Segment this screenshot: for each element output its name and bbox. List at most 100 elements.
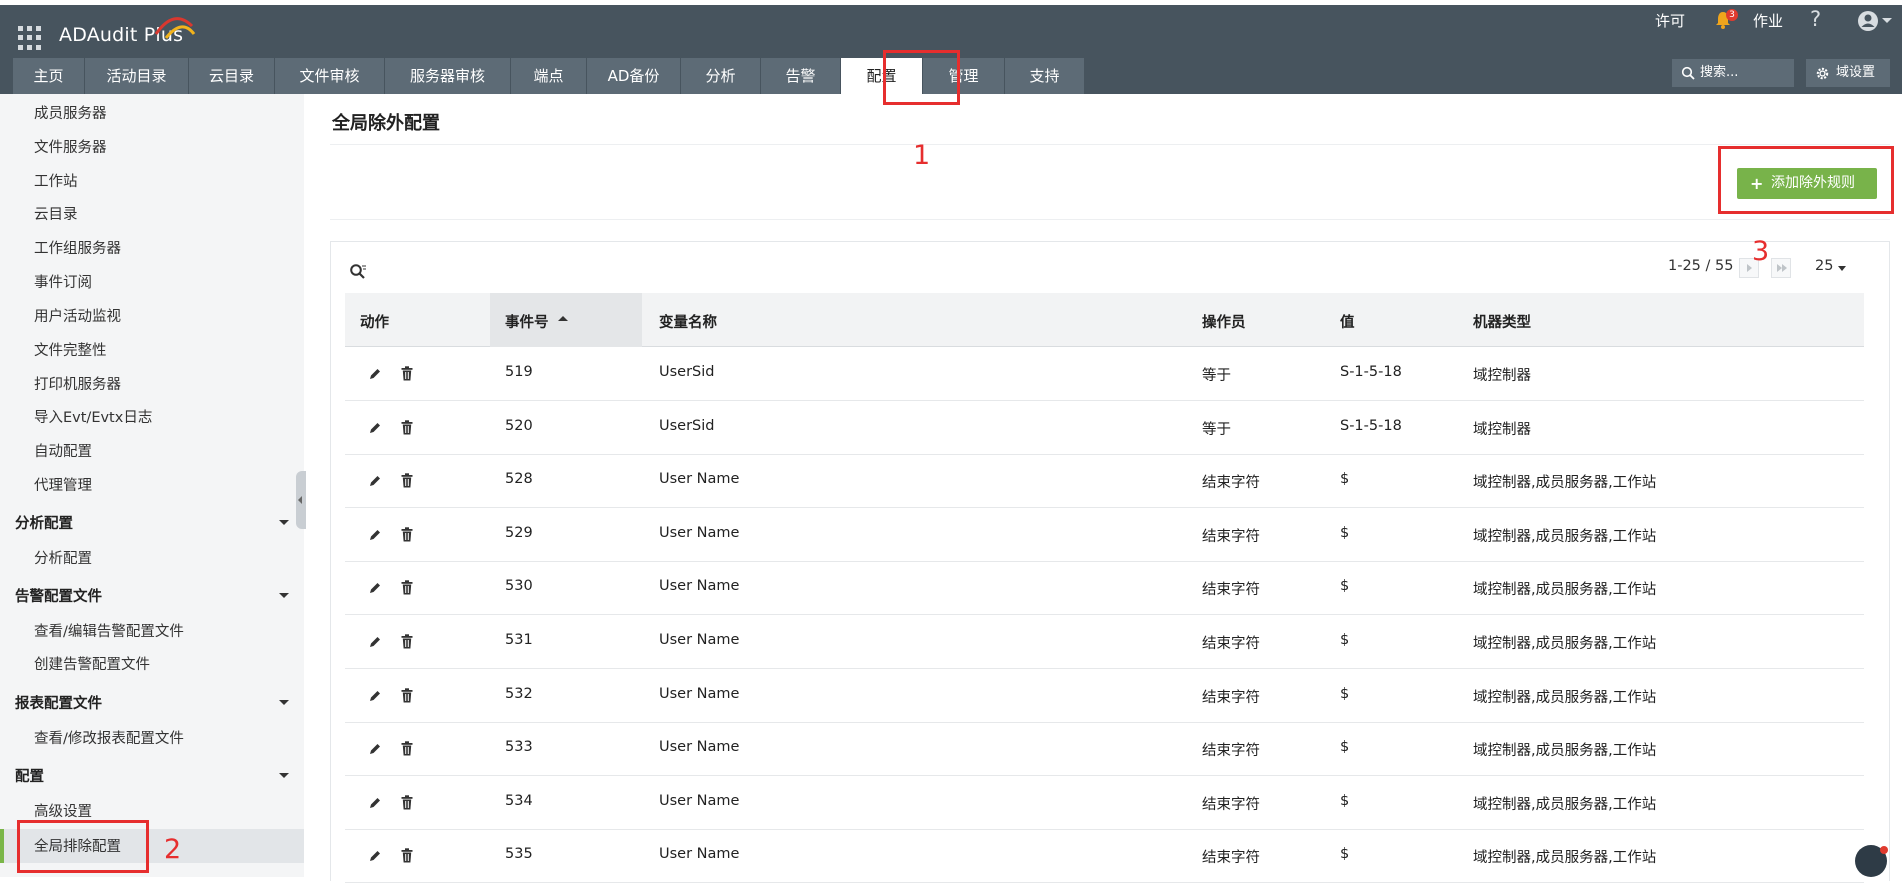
sidebar-item-file-integrity[interactable]: 文件完整性 [34, 339, 107, 360]
delete-trash-icon[interactable] [401, 634, 413, 649]
sidebar-item-printer-servers[interactable]: 打印机服务器 [34, 373, 121, 394]
tab-file-audit[interactable]: 文件审核 [275, 58, 385, 94]
cell-machine-type: 域控制器,成员服务器,工作站 [1473, 582, 1657, 599]
sidebar-item-file-servers[interactable]: 文件服务器 [34, 136, 107, 157]
cell-operator: 结束字符 [1202, 796, 1260, 813]
cell-value: S-1-5-18 [1340, 364, 1402, 380]
cell-variable-name: User Name [659, 846, 740, 863]
left-sidebar: 成员服务器 文件服务器 工作站 云目录 工作组服务器 事件订阅 用户活动监视 文… [0, 94, 304, 877]
delete-trash-icon[interactable] [401, 741, 413, 756]
cell-variable-name: User Name [659, 632, 740, 648]
cell-value: $ [1340, 524, 1350, 541]
col-machine-type[interactable]: 机器类型 [1473, 311, 1531, 332]
global-search-input[interactable]: 搜索... [1672, 59, 1794, 87]
annotation-box-2 [17, 820, 149, 873]
jobs-link[interactable]: 作业 [1753, 10, 1783, 32]
sidebar-item-user-activity-monitor[interactable]: 用户活动监视 [34, 305, 121, 326]
sidebar-item-event-subscription[interactable]: 事件订阅 [34, 271, 92, 292]
delete-trash-icon[interactable] [401, 848, 413, 863]
sidebar-item-advanced-settings[interactable]: 高级设置 [34, 800, 92, 821]
col-event-id[interactable]: 事件号 [505, 311, 549, 332]
col-operator[interactable]: 操作员 [1202, 311, 1246, 332]
annotation-number-3: 3 [1752, 236, 1770, 267]
sidebar-group-configuration[interactable]: 配置 [15, 765, 44, 786]
table-row: 519 UserSid 等于 S-1-5-18 域控制器 [345, 347, 1864, 401]
cell-variable-name: User Name [659, 578, 740, 595]
logo-arc-icon [154, 17, 196, 39]
chevron-down-icon[interactable] [279, 593, 289, 598]
cell-operator: 结束字符 [1202, 475, 1260, 492]
cell-event-id: 533 [505, 739, 533, 756]
annotation-number-1: 1 [913, 140, 931, 171]
tab-alerts[interactable]: 告警 [761, 58, 841, 94]
sidebar-item-auto-config[interactable]: 自动配置 [34, 440, 92, 461]
col-value[interactable]: 值 [1340, 311, 1355, 332]
edit-pencil-icon[interactable] [368, 474, 382, 488]
sidebar-item-workgroup-servers[interactable]: 工作组服务器 [34, 237, 121, 258]
license-link[interactable]: 许可 [1655, 10, 1685, 32]
edit-pencil-icon[interactable] [368, 635, 382, 649]
cell-operator: 结束字符 [1202, 850, 1260, 867]
edit-pencil-icon[interactable] [368, 421, 382, 435]
sidebar-item-workstations[interactable]: 工作站 [34, 170, 78, 191]
domain-settings-button[interactable]: 域设置 [1806, 59, 1890, 87]
tab-home[interactable]: 主页 [13, 58, 85, 94]
edit-pencil-icon[interactable] [368, 581, 382, 595]
delete-trash-icon[interactable] [401, 795, 413, 810]
cell-operator: 结束字符 [1202, 743, 1260, 760]
col-variable-name[interactable]: 变量名称 [659, 311, 717, 332]
cell-event-id: 532 [505, 685, 533, 702]
tab-cloud-directory[interactable]: 云目录 [189, 58, 275, 94]
sidebar-group-alert-profiles[interactable]: 告警配置文件 [15, 585, 102, 606]
chevron-down-icon[interactable] [279, 773, 289, 778]
cell-operator: 结束字符 [1202, 689, 1260, 706]
table-row: 528 User Name 结束字符 $ 域控制器,成员服务器,工作站 [345, 454, 1864, 509]
sort-asc-icon[interactable] [558, 316, 568, 321]
table-search-icon[interactable] [349, 263, 367, 281]
user-menu-chevron-down-icon[interactable] [1882, 18, 1892, 23]
sidebar-collapse-handle[interactable] [296, 471, 306, 529]
edit-pencil-icon[interactable] [368, 367, 382, 381]
sidebar-item-member-servers[interactable]: 成员服务器 [34, 102, 107, 123]
tab-server-audit[interactable]: 服务器审核 [385, 58, 511, 94]
cell-operator: 等于 [1202, 368, 1231, 384]
tab-endpoint[interactable]: 端点 [511, 58, 587, 94]
tab-analytics[interactable]: 分析 [681, 58, 761, 94]
sidebar-group-report-profiles[interactable]: 报表配置文件 [15, 692, 102, 713]
edit-pencil-icon[interactable] [368, 528, 382, 542]
sidebar-item-view-edit-alert-profiles[interactable]: 查看/编辑告警配置文件 [34, 620, 184, 641]
sidebar-item-create-alert-profile[interactable]: 创建告警配置文件 [34, 653, 150, 674]
chat-notification-dot [1880, 846, 1888, 854]
table-row: 531 User Name 结束字符 $ 域控制器,成员服务器,工作站 [345, 615, 1864, 669]
edit-pencil-icon[interactable] [368, 849, 382, 863]
tab-ad-backup[interactable]: AD备份 [587, 58, 681, 94]
last-page-button[interactable] [1771, 258, 1791, 278]
apps-grid-icon[interactable] [18, 26, 42, 50]
edit-pencil-icon[interactable] [368, 742, 382, 756]
chevron-down-icon[interactable] [279, 520, 289, 525]
delete-trash-icon[interactable] [401, 687, 413, 703]
sidebar-item-view-modify-report-profiles[interactable]: 查看/修改报表配置文件 [34, 727, 184, 748]
tab-active-directory[interactable]: 活动目录 [85, 58, 189, 94]
chevron-down-icon [1838, 266, 1846, 271]
sidebar-item-cloud-directory[interactable]: 云目录 [34, 203, 78, 224]
delete-trash-icon[interactable] [401, 419, 413, 435]
sidebar-item-analytics-config[interactable]: 分析配置 [34, 547, 92, 568]
edit-pencil-icon[interactable] [368, 689, 382, 703]
cell-event-id: 528 [505, 471, 533, 488]
per-page-value: 25 [1815, 258, 1834, 274]
table-row: 529 User Name 结束字符 $ 域控制器,成员服务器,工作站 [345, 508, 1864, 562]
edit-pencil-icon[interactable] [368, 796, 382, 810]
per-page-select[interactable]: 25 [1815, 258, 1846, 274]
delete-trash-icon[interactable] [401, 366, 413, 381]
user-icon[interactable] [1857, 10, 1879, 32]
chevron-down-icon[interactable] [279, 700, 289, 705]
delete-trash-icon[interactable] [401, 580, 413, 595]
sidebar-group-analytics-config[interactable]: 分析配置 [15, 512, 73, 533]
sidebar-item-agent-management[interactable]: 代理管理 [34, 474, 92, 495]
help-icon[interactable]: ? [1810, 7, 1821, 31]
delete-trash-icon[interactable] [401, 527, 413, 542]
sidebar-item-import-evt-logs[interactable]: 导入Evt/Evtx日志 [34, 406, 152, 427]
delete-trash-icon[interactable] [401, 473, 413, 488]
tab-support[interactable]: 支持 [1005, 58, 1085, 94]
